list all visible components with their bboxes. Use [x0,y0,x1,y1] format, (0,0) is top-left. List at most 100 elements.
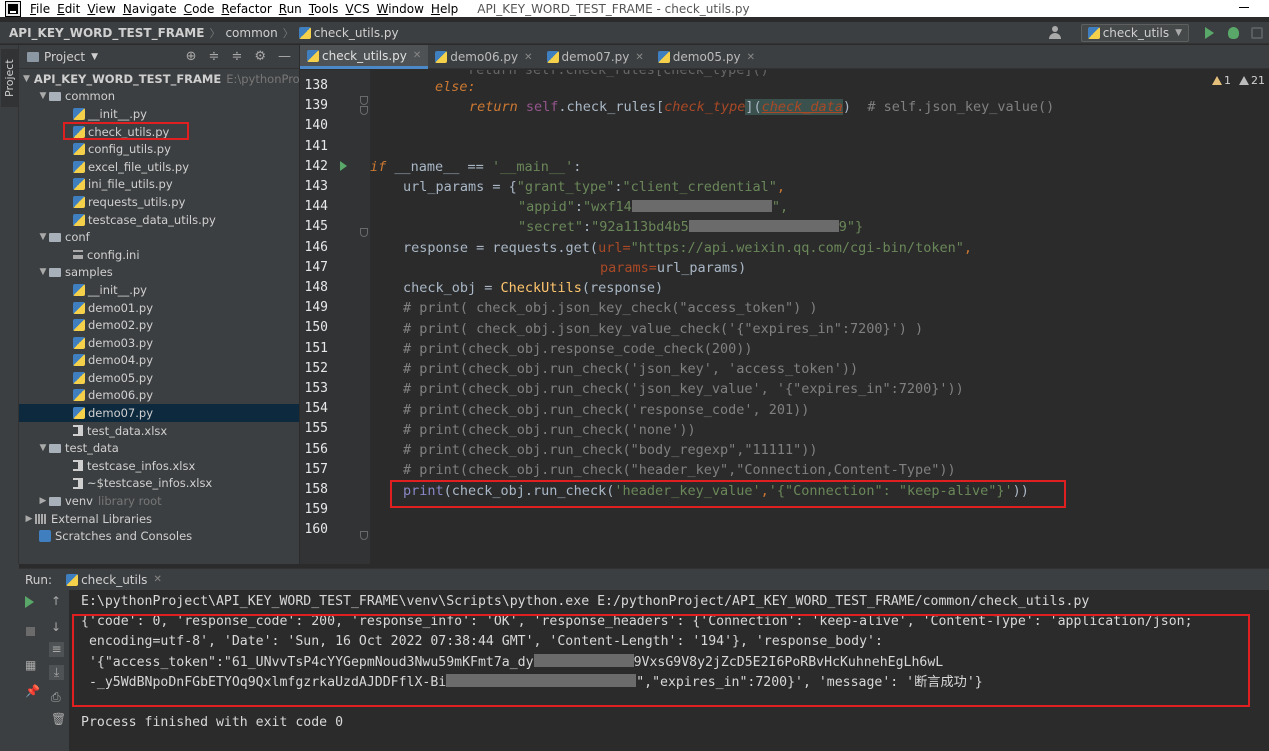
run-configuration-select[interactable]: check_utils ▼ [1080,24,1189,42]
chevron-down-icon[interactable]: ▼ [37,91,49,101]
tree-scratches[interactable]: Scratches and Consoles [19,527,299,545]
chevron-down-icon[interactable]: ▼ [23,74,30,84]
close-icon[interactable]: ✕ [413,50,421,61]
tab-check-utils[interactable]: check_utils.py ✕ [300,45,429,69]
tree-file[interactable]: ~$testcase_infos.xlsx [19,475,299,493]
gear-icon[interactable]: ⚙ [254,49,266,64]
stop-icon[interactable] [26,627,35,636]
print-icon[interactable]: ⎙ [51,690,61,705]
fold-icon[interactable] [360,106,368,115]
coverage-icon[interactable] [1251,27,1263,39]
menu-navigate[interactable]: Navigate [121,2,182,16]
menu-help[interactable]: Help [429,2,463,16]
line-number: 155 [304,421,328,437]
tab-demo06[interactable]: demo06.py ✕ [428,45,539,69]
menu-edit[interactable]: Edit [55,2,85,16]
tree-file[interactable]: ini_file_utils.py [19,176,299,194]
chevron-right-icon[interactable]: ▶ [23,514,35,524]
chevron-down-icon[interactable]: ▼ [37,267,49,277]
menu-tools[interactable]: Tools [307,2,344,16]
tree-file[interactable]: config_utils.py [19,140,299,158]
soft-wrap-icon[interactable]: ≡ [49,642,64,657]
menu-file[interactable]: File [28,2,55,16]
python-file-icon [73,319,85,332]
python-file-icon [73,195,85,208]
run-panel-header: Run: check_utils ✕ [19,568,1269,590]
run-icon[interactable] [1205,27,1214,39]
pin-icon[interactable]: 📌 [25,684,40,698]
close-icon[interactable]: ✕ [524,52,532,63]
breadcrumb-project[interactable]: API_KEY_WORD_TEST_FRAME [9,26,204,40]
tree-file[interactable]: demo06.py [19,387,299,405]
menu-window[interactable]: Window [375,2,429,16]
menu-view[interactable]: View [85,2,120,16]
fold-icon[interactable] [360,531,368,540]
line-number: 142 [304,158,328,174]
debug-icon[interactable] [1228,27,1239,39]
minimize-icon[interactable] [1239,7,1249,8]
inspection-widget[interactable]: 1 21 [1212,74,1265,87]
code-line-152: # print(check_obj.run_check('json_key', … [403,361,859,377]
scroll-up-icon[interactable]: ↑ [51,594,61,608]
breadcrumb-folder[interactable]: common [225,26,277,40]
run-console[interactable]: E:\pythonProject\API_KEY_WORD_TEST_FRAME… [69,590,1269,751]
layout-icon[interactable]: ▦ [25,658,36,672]
tree-file-check-utils[interactable]: check_utils.py [19,123,299,141]
fold-icon[interactable] [360,96,368,105]
fold-icon[interactable] [360,228,368,237]
tree-file[interactable]: config.ini [19,246,299,264]
tree-file[interactable]: __init__.py [19,105,299,123]
chevron-right-icon[interactable]: ▶ [37,496,49,506]
tree-root[interactable]: ▼ API_KEY_WORD_TEST_FRAMEE:\pythonProjec [19,70,299,88]
tree-file[interactable]: requests_utils.py [19,193,299,211]
code-editor[interactable]: 138 139 140 141 142 143 144 145 146 147 148 149 150 1… [300,70,1269,564]
hide-icon[interactable]: — [278,49,291,64]
tree-folder-samples[interactable]: ▼ samples [19,264,299,282]
tree-file[interactable]: testcase_infos.xlsx [19,457,299,475]
line-number: 148 [304,280,328,295]
redacted-block [688,220,839,232]
run-tab-check-utils[interactable]: check_utils ✕ [66,573,162,587]
chevron-down-icon[interactable]: ▼ [91,52,98,62]
project-view-select[interactable]: Project [44,50,85,64]
menu-code[interactable]: Code [182,2,220,16]
tab-demo05[interactable]: demo05.py ✕ [651,45,762,69]
scroll-down-icon[interactable]: ↓ [51,620,61,634]
user-icon[interactable] [1048,26,1069,40]
locate-icon[interactable]: ⊕ [186,49,197,64]
tree-file[interactable]: excel_file_utils.py [19,158,299,176]
menu-vcs[interactable]: VCS [343,2,374,16]
close-icon[interactable]: ✕ [635,52,643,63]
tree-file[interactable]: demo02.py [19,316,299,334]
menu-refactor[interactable]: Refactor [219,2,276,16]
chevron-down-icon[interactable]: ▼ [37,232,49,242]
tree-file[interactable]: demo04.py [19,352,299,370]
menu-run[interactable]: Run [277,2,307,16]
project-tool-tab[interactable]: Project [1,49,18,107]
chevron-down-icon[interactable]: ▼ [37,443,49,453]
tree-folder-venv[interactable]: ▶ venv library root [19,492,299,510]
collapse-all-icon[interactable]: ≑ [209,49,220,64]
run-gutter-icon[interactable] [340,161,347,171]
redacted-block [446,674,637,687]
folder-icon [27,51,39,62]
breadcrumb-file[interactable]: check_utils.py [298,26,399,40]
trash-icon[interactable]: 🗑 [51,712,66,726]
tree-file[interactable]: demo03.py [19,334,299,352]
tree-file[interactable]: __init__.py [19,281,299,299]
tree-external-libraries[interactable]: ▶ External Libraries [19,510,299,528]
scroll-to-end-icon[interactable]: ⤓ [49,665,64,680]
tree-file[interactable]: demo01.py [19,299,299,317]
tree-folder-test-data[interactable]: ▼ test_data [19,439,299,457]
tree-file[interactable]: testcase_data_utils.py [19,211,299,229]
tree-file-selected[interactable]: demo07.py [19,404,299,422]
tree-file[interactable]: test_data.xlsx [19,422,299,440]
tree-folder-common[interactable]: ▼ common [19,88,299,106]
close-icon[interactable]: ✕ [747,52,755,63]
expand-all-icon[interactable]: ≑ [231,49,242,64]
rerun-icon[interactable] [25,596,34,608]
close-icon[interactable]: ✕ [153,574,161,585]
tree-file[interactable]: demo05.py [19,369,299,387]
tab-demo07[interactable]: demo07.py ✕ [540,45,651,69]
tree-folder-conf[interactable]: ▼ conf [19,228,299,246]
